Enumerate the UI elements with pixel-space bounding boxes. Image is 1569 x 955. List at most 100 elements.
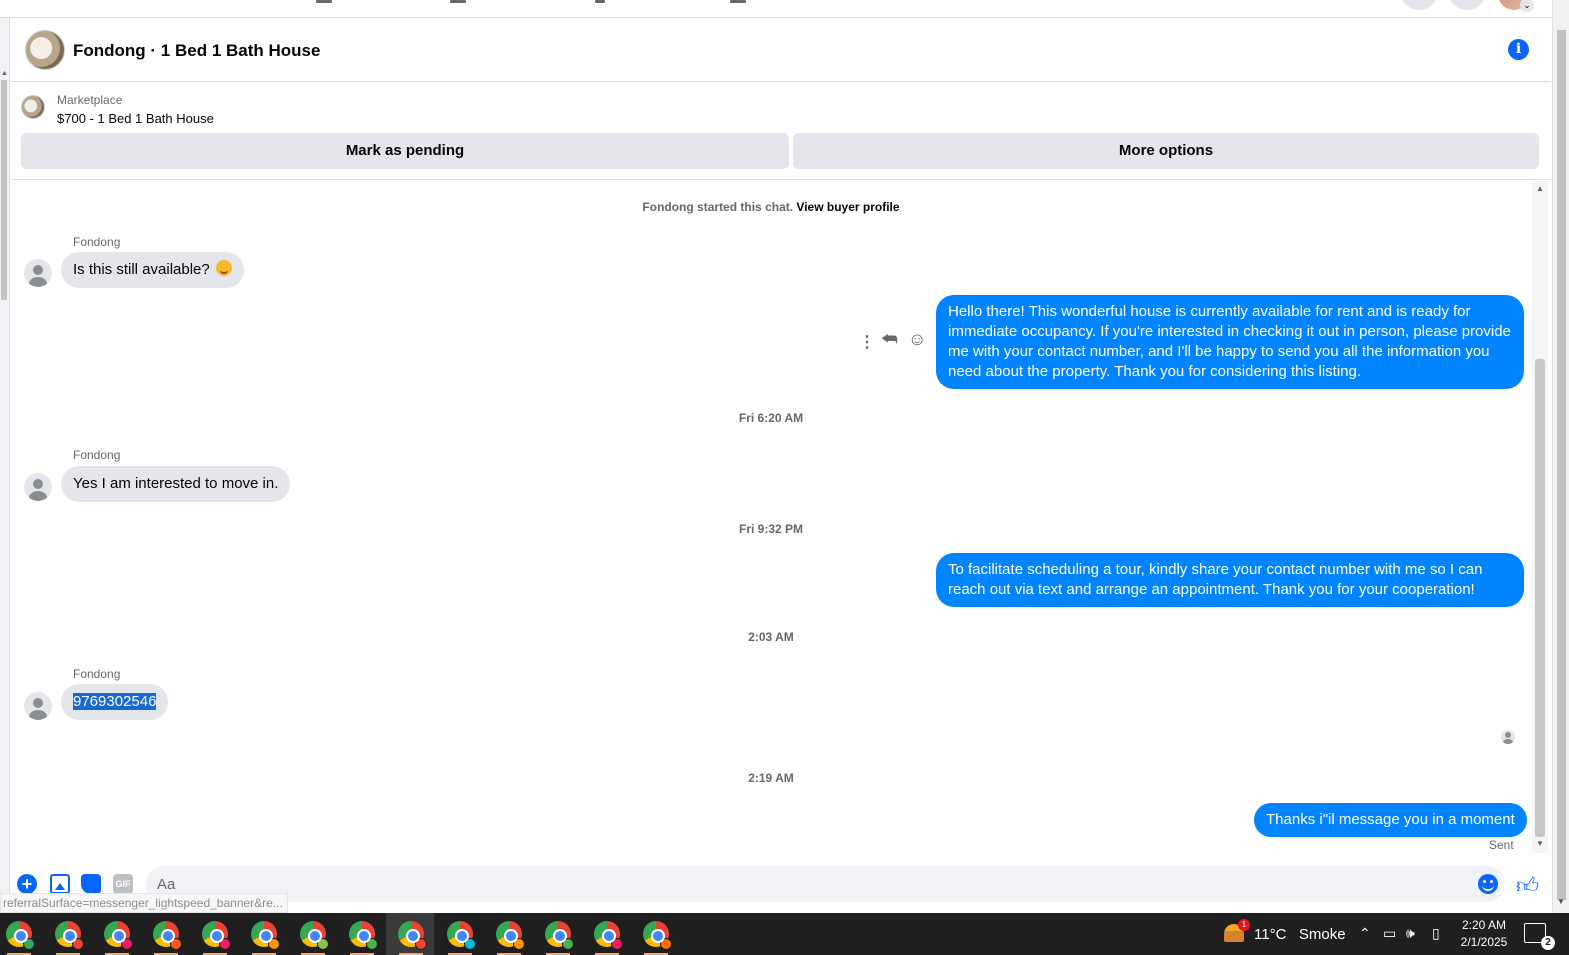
weather-text: Smoke [1298, 926, 1346, 943]
nav-tab-indicator[interactable] [595, 0, 605, 3]
notification-center-icon[interactable]: 2 [1524, 923, 1555, 950]
weather-widget[interactable]: 1 11°C Smoke [1224, 919, 1346, 943]
chrome-taskbar-icon[interactable] [594, 921, 623, 950]
seen-indicator-avatar [1501, 730, 1515, 744]
sender-avatar[interactable] [24, 259, 52, 287]
incoming-message[interactable]: Yes I am interested to move in. [61, 466, 291, 502]
sticker-icon[interactable] [81, 874, 101, 894]
scroll-down-arrow-icon[interactable]: ▼ [1557, 897, 1565, 906]
chrome-taskbar-icon[interactable] [104, 921, 133, 950]
message-input[interactable] [146, 866, 1504, 902]
thread-scrollbar[interactable]: ▲ ▼ [1532, 181, 1548, 853]
profile-badge-icon [219, 938, 231, 950]
scroll-up-arrow-icon[interactable]: ▲ [1536, 184, 1544, 193]
chat-started-notice: Fondong started this chat. View buyer pr… [11, 200, 1531, 214]
listing-banner: Marketplace $700 - 1 Bed 1 Bath House Ma… [11, 83, 1551, 180]
profile-badge-icon [415, 938, 427, 950]
sender-avatar[interactable] [24, 473, 52, 501]
chrome-taskbar-icon[interactable] [55, 921, 84, 950]
gif-icon[interactable]: GIF [113, 874, 133, 894]
profile-badge-icon [366, 938, 378, 950]
timestamp: Fri 6:20 AM [738, 411, 804, 425]
status-bar-url: referralSurface=messenger_lightspeed_ban… [0, 893, 288, 913]
message-actions: ⋮ ⮪ ☺ [851, 329, 931, 352]
message-text: Is this still available? [73, 261, 210, 278]
conversation-header: Fondong · 1 Bed 1 Bath House i [11, 19, 1551, 82]
menu-button[interactable] [1400, 0, 1438, 10]
volume-icon[interactable]: 🕪︎ [1406, 925, 1415, 942]
chrome-taskbar-icon[interactable] [6, 921, 35, 950]
weather-temp: 11°C [1254, 926, 1287, 943]
profile-badge-icon [121, 938, 133, 950]
sender-name: Fondong [73, 448, 121, 462]
nav-tab-indicator[interactable] [730, 0, 746, 3]
left-scrollbar-thumb[interactable] [1, 80, 7, 300]
chrome-taskbar-icon[interactable] [349, 921, 378, 950]
profile-badge-icon [464, 938, 476, 950]
sender-name: Fondong [73, 235, 121, 249]
nav-tab-indicator[interactable] [316, 0, 332, 3]
profile-badge-icon [562, 938, 574, 950]
incoming-message[interactable]: 9769302546 [61, 684, 169, 720]
outgoing-message[interactable]: Thanks i"il message you in a moment [1254, 803, 1527, 837]
react-emoji-icon[interactable]: ☺ [908, 329, 926, 350]
chrome-taskbar-icon[interactable] [300, 921, 329, 950]
selected-phone-number[interactable]: 9769302546 [73, 693, 157, 710]
thumbs-up-icon[interactable]: 👍︎ [1516, 872, 1539, 899]
nav-tab-indicator[interactable] [450, 0, 466, 3]
photo-icon[interactable] [50, 874, 70, 894]
outgoing-message[interactable]: Hello there! This wonderful house is cur… [936, 295, 1524, 389]
chrome-taskbar-icon[interactable] [398, 921, 427, 950]
profile-badge-icon [72, 938, 84, 950]
chevron-up-icon[interactable]: ⌃ [1359, 925, 1371, 942]
chrome-taskbar-icon[interactable] [545, 921, 574, 950]
chat-started-text: Fondong started this chat. [642, 200, 794, 214]
info-icon[interactable]: i [1508, 39, 1529, 60]
profile-badge-icon [513, 938, 525, 950]
sender-avatar[interactable] [24, 692, 52, 720]
more-options-button[interactable]: More options [793, 133, 1539, 169]
message-thread: Fondong started this chat. View buyer pr… [11, 181, 1531, 861]
conversation-title[interactable]: Fondong · 1 Bed 1 Bath House [73, 41, 320, 61]
weather-icon: 1 [1224, 919, 1250, 942]
timestamp: Fri 9:32 PM [738, 522, 804, 536]
timestamp: 2:03 AM [748, 630, 794, 644]
listing-small-thumbnail[interactable] [21, 95, 45, 119]
plus-icon[interactable]: + [17, 874, 37, 894]
profile-badge-icon [268, 938, 280, 950]
view-buyer-profile-link[interactable]: View buyer profile [796, 200, 899, 214]
listing-price-title[interactable]: $700 - 1 Bed 1 Bath House [57, 111, 214, 126]
emoji-icon[interactable] [1478, 874, 1498, 894]
mark-as-pending-button[interactable]: Mark as pending [21, 133, 789, 169]
chrome-taskbar-icon[interactable] [496, 921, 525, 950]
chrome-taskbar-icon[interactable] [643, 921, 672, 950]
chrome-taskbar-icon[interactable] [153, 921, 182, 950]
network-icon[interactable]: ▭ [1383, 925, 1396, 942]
notifications-button[interactable] [1448, 0, 1486, 10]
clock-time: 2:20 AM [1461, 918, 1507, 932]
battery-icon[interactable]: ▯ [1432, 925, 1440, 942]
reply-icon[interactable]: ⮪ [881, 329, 898, 350]
chrome-taskbar-icon[interactable] [202, 921, 231, 950]
chevron-down-icon: ⌄ [1520, 0, 1534, 12]
thread-scrollbar-thumb[interactable] [1535, 359, 1545, 837]
system-clock[interactable]: 2:20 AM 2/1/2025 [1452, 917, 1516, 951]
profile-badge-icon [23, 938, 35, 950]
more-vertical-icon[interactable]: ⋮ [859, 332, 875, 352]
incoming-message[interactable]: Is this still available? [61, 252, 244, 288]
chrome-taskbar-icon[interactable] [447, 921, 476, 950]
clock-date: 2/1/2025 [1460, 935, 1508, 949]
page-scrollbar-thumb[interactable] [1557, 30, 1566, 900]
page-scrollbar[interactable]: ▼ [1552, 0, 1569, 913]
scroll-up-arrow-icon[interactable]: ▲ [1, 70, 8, 77]
scroll-down-arrow-icon[interactable]: ▼ [1536, 839, 1544, 848]
profile-badge-icon [611, 938, 623, 950]
outgoing-message[interactable]: To facilitate scheduling a tour, kindly … [936, 553, 1524, 607]
chrome-taskbar-icon[interactable] [251, 921, 280, 950]
timestamp: 2:19 AM [748, 771, 794, 785]
delivery-status: Sent [1489, 838, 1514, 852]
smile-emoji-icon [215, 260, 232, 276]
listing-thumbnail[interactable] [25, 30, 65, 70]
left-panel-edge: ▲ [0, 18, 10, 913]
account-avatar[interactable]: ⌄ [1498, 0, 1534, 12]
